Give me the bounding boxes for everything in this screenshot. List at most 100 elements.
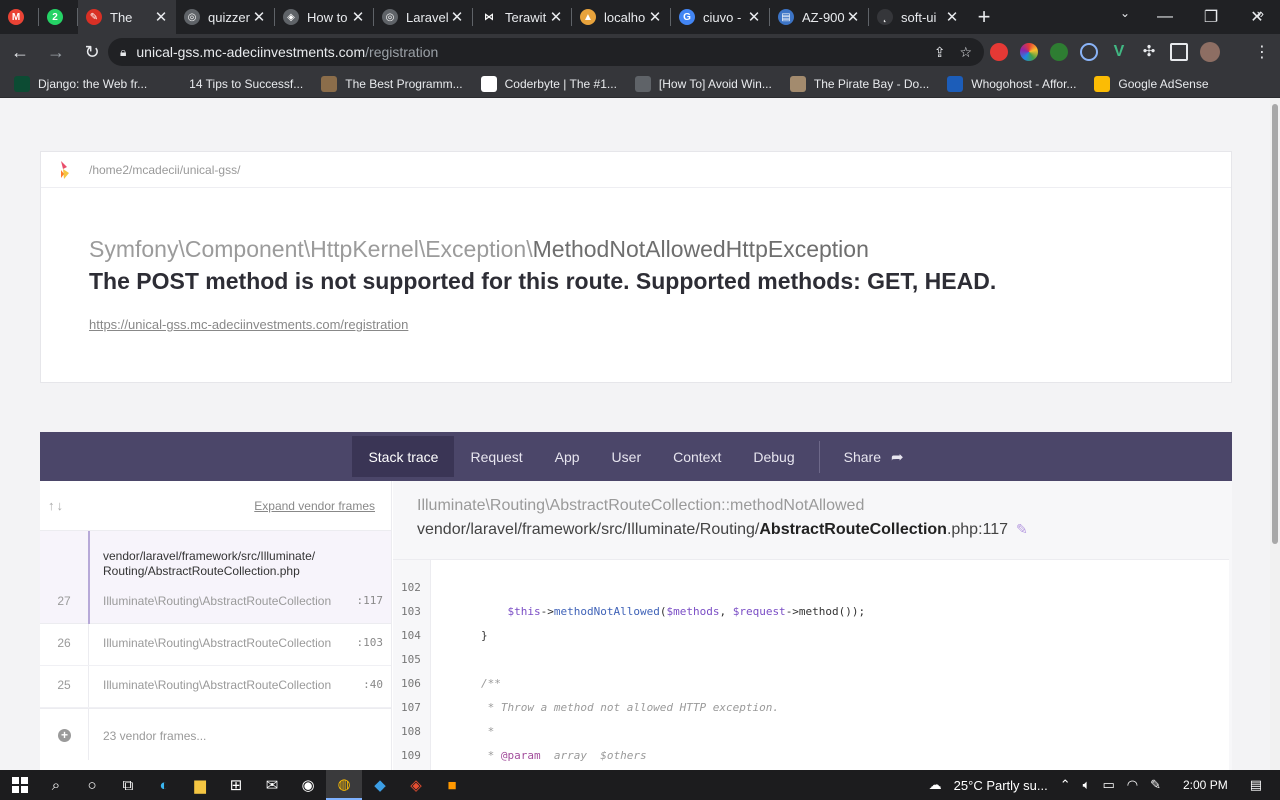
browser-tab[interactable]: ⋈ Terawit ✕ <box>473 0 571 34</box>
frame-cls: Illuminate\Routing\AbstractRouteCollecti… <box>103 678 332 692</box>
tab-request[interactable]: Request <box>454 436 538 477</box>
share-button[interactable]: Share ➦ <box>828 436 920 477</box>
windows-start-icon[interactable] <box>2 770 38 800</box>
vscode-icon[interactable]: ◆ <box>362 770 398 800</box>
code-text: * Throw a method not allowed HTTP except… <box>481 701 780 714</box>
vendor-frames-row[interactable]: + 23 vendor frames... <box>40 708 391 760</box>
tab-title: AZ-900 <box>802 9 845 25</box>
side-panel-icon[interactable] <box>1170 43 1188 61</box>
request-url-link[interactable]: https://unical-gss.mc-adeciinvestments.c… <box>89 317 408 332</box>
git-icon[interactable]: ◈ <box>398 770 434 800</box>
store-icon[interactable]: ⊞ <box>218 770 254 800</box>
stack-frame[interactable]: 25 Illuminate\Routing\AbstractRouteCollec… <box>40 666 391 708</box>
cortana-icon[interactable]: ○ <box>74 770 110 800</box>
volume-icon[interactable]: 🔈︎ <box>1083 777 1091 793</box>
weather-icon[interactable]: ☁ <box>929 777 942 793</box>
page-scrollbar[interactable] <box>1270 98 1280 770</box>
close-tab-icon[interactable]: ✕ <box>450 8 464 26</box>
extension-react-icon[interactable] <box>1080 43 1098 61</box>
gmail-icon: M <box>8 9 24 25</box>
battery-icon[interactable]: ▭ <box>1102 777 1114 793</box>
notifications-icon[interactable]: ▤ <box>1250 777 1262 793</box>
tab-debug[interactable]: Debug <box>737 436 810 477</box>
code-line: 104} <box>393 624 1229 648</box>
stack-frame-selected[interactable]: vendor/laravel/framework/src/Illuminate/… <box>40 531 391 624</box>
restore-icon[interactable]: ❐ <box>1188 0 1234 34</box>
bookmark-item[interactable]: The Pirate Bay - Do... <box>789 75 929 92</box>
bookmark-item[interactable]: 14 Tips to Successf... <box>165 75 303 92</box>
browser-menu-icon[interactable]: ⋮ <box>1254 42 1270 62</box>
browser-tab[interactable]: M <box>0 0 38 34</box>
weather-text[interactable]: 25°C Partly su... <box>954 778 1048 793</box>
mail-icon[interactable]: ✉ <box>254 770 290 800</box>
tab-search-icon[interactable]: ⌄ <box>1120 6 1130 20</box>
bookmark-item[interactable]: [How To] Avoid Win... <box>634 75 772 92</box>
bookmark-item[interactable]: Google AdSense <box>1094 75 1209 92</box>
extension-shield-icon[interactable] <box>990 43 1008 61</box>
bookmark-item[interactable]: Django: the Web fr... <box>14 75 147 92</box>
bookmark-item[interactable]: Coderbyte | The #1... <box>480 75 617 92</box>
wifi-icon[interactable]: ◠ <box>1127 777 1138 793</box>
close-tab-icon[interactable]: ✕ <box>648 8 662 26</box>
extension-vue-icon[interactable]: V <box>1110 43 1128 61</box>
back-icon[interactable]: ← <box>4 36 36 68</box>
address-bar[interactable]: 🔒︎ unical-gss.mc-adeciinvestments.com/re… <box>108 38 984 66</box>
lock-icon[interactable]: 🔒︎ <box>120 45 126 60</box>
expand-vendor-frames-link[interactable]: Expand vendor frames <box>254 499 375 513</box>
file-explorer-icon[interactable]: ▆ <box>182 770 218 800</box>
expand-plus-icon[interactable]: + <box>58 729 71 742</box>
tab-user[interactable]: User <box>596 436 658 477</box>
bookmark-item[interactable]: The Best Programm... <box>321 75 463 92</box>
clock-time[interactable]: 2:00 PM <box>1183 778 1228 792</box>
forward-icon[interactable]: → <box>40 36 72 68</box>
new-tab-icon[interactable]: + <box>967 4 1001 30</box>
browser-tab[interactable]: ◎ quizzer ✕ <box>176 0 274 34</box>
debug-tabs: Stack trace Request App User Context Debug Sha… <box>40 432 1232 481</box>
bookmark-item[interactable]: Whogohost - Affor... <box>947 75 1076 92</box>
close-tab-icon[interactable]: ✕ <box>747 8 761 26</box>
browser-tab[interactable]: ◈ How to ✕ <box>275 0 373 34</box>
exception-message: The POST method is not supported for thi… <box>89 268 997 294</box>
close-tab-icon[interactable]: ✕ <box>252 8 266 26</box>
browser-tab[interactable]: ▤ AZ-900 ✕ <box>770 0 868 34</box>
extension-grammarly-icon[interactable] <box>1050 43 1068 61</box>
edge-icon[interactable]: ◐ <box>146 770 182 800</box>
frame-nav-arrows-icon[interactable]: ↑↓ <box>48 498 65 513</box>
browser-tab[interactable]: ✎ The ✕ <box>78 0 176 34</box>
code-text: * @param array $others <box>481 749 647 762</box>
profile-avatar[interactable] <box>1200 42 1220 62</box>
chrome-icon[interactable]: ◍ <box>326 770 362 800</box>
browser-tab[interactable]: ˛ soft-ui ✕ <box>869 0 967 34</box>
tray-chevron-icon[interactable]: ⌃ <box>1060 777 1071 793</box>
reload-icon[interactable]: ↻ <box>76 36 108 68</box>
bookmarks-overflow-icon[interactable]: » <box>1257 6 1264 21</box>
bookmark-star-icon[interactable]: ☆ <box>959 44 972 61</box>
task-view-icon[interactable]: ⧉ <box>110 770 146 800</box>
close-tab-icon[interactable]: ✕ <box>846 8 860 26</box>
browser-tab[interactable]: ▲ localho ✕ <box>572 0 670 34</box>
pen-icon[interactable]: ✎ <box>1150 777 1161 793</box>
minimize-icon[interactable]: — <box>1142 0 1188 34</box>
close-tab-icon[interactable]: ✕ <box>154 8 168 26</box>
frame-num: 27 <box>57 594 71 608</box>
close-tab-icon[interactable]: ✕ <box>549 8 563 26</box>
browser-tab[interactable]: ◎ Laravel ✕ <box>374 0 472 34</box>
tab-title: soft-ui <box>901 9 937 25</box>
stack-frame[interactable]: 26 Illuminate\Routing\AbstractRouteCollec… <box>40 624 391 666</box>
browser-tab[interactable]: Gciuvo - ✕ <box>671 0 769 34</box>
sublime-icon[interactable]: ■ <box>434 770 470 800</box>
close-tab-icon[interactable]: ✕ <box>351 8 365 26</box>
tab-app[interactable]: App <box>539 436 596 477</box>
scrollbar-thumb[interactable] <box>1272 104 1278 544</box>
extensions-puzzle-icon[interactable]: ✣ <box>1140 43 1158 61</box>
search-icon[interactable]: ⌕ <box>38 770 74 800</box>
browser-tab[interactable]: 2 <box>39 0 77 34</box>
tab-context[interactable]: Context <box>657 436 737 477</box>
media-icon[interactable]: ◉ <box>290 770 326 800</box>
share-page-icon[interactable]: ⇪ <box>934 44 946 61</box>
tab-stack-trace[interactable]: Stack trace <box>352 436 455 477</box>
extension-color-icon[interactable] <box>1020 43 1038 61</box>
app-path: /home2/mcadecii/unical-gss/ <box>89 162 241 177</box>
close-tab-icon[interactable]: ✕ <box>945 8 959 26</box>
edit-pencil-icon[interactable]: ✎ <box>1016 521 1028 537</box>
